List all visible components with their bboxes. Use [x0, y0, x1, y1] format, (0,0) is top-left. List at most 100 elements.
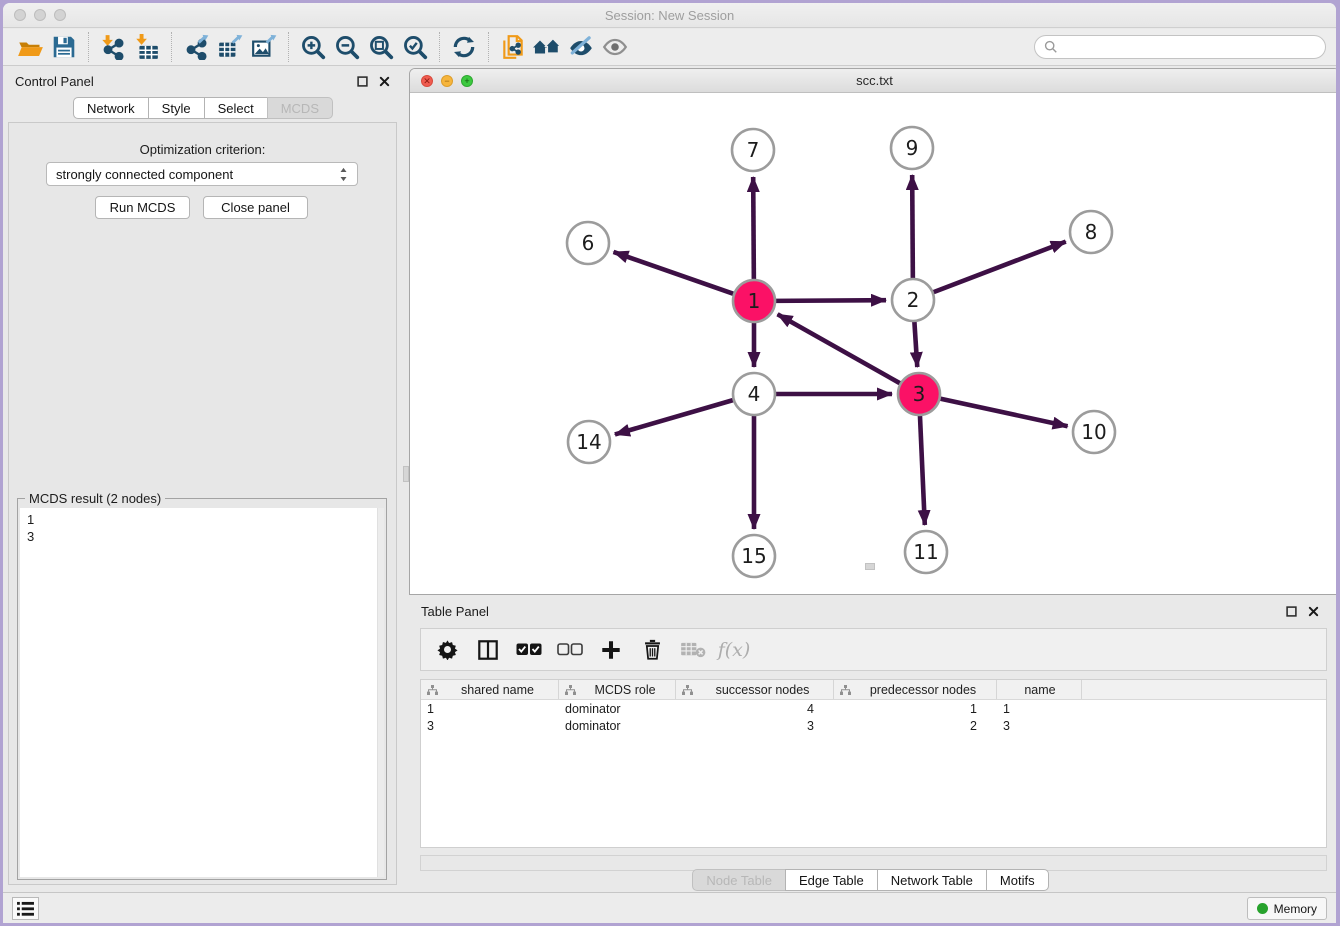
table-cell[interactable]: 3 [421, 719, 559, 733]
memory-label: Memory [1274, 902, 1317, 916]
node-label-1: 1 [748, 289, 761, 313]
export-table-icon[interactable] [213, 31, 247, 63]
edge-1-6[interactable] [613, 252, 734, 294]
table-cell[interactable]: 4 [676, 702, 834, 716]
node-label-7: 7 [747, 138, 760, 162]
toolbar-separator [439, 32, 440, 62]
tab-network[interactable]: Network [73, 97, 149, 119]
float-panel-icon[interactable] [356, 75, 369, 88]
run-mcds-button[interactable]: Run MCDS [95, 196, 190, 219]
close-panel-icon[interactable] [378, 75, 391, 88]
show-all-icon[interactable] [598, 31, 632, 63]
edge-3-10[interactable] [940, 398, 1068, 426]
zoom-fit-icon[interactable] [364, 31, 398, 63]
tab-edge-table[interactable]: Edge Table [785, 869, 878, 891]
import-table-icon[interactable] [130, 31, 164, 63]
open-session-icon[interactable] [13, 31, 47, 63]
tab-network-table[interactable]: Network Table [877, 869, 987, 891]
close-panel-icon[interactable] [1307, 605, 1320, 618]
edge-1-2[interactable] [775, 300, 886, 301]
edge-2-8[interactable] [933, 242, 1066, 293]
table-toolbar: f(x) [420, 628, 1327, 671]
column-header-mcds-role[interactable]: MCDS role [559, 680, 676, 699]
tab-mcds[interactable]: MCDS [267, 97, 333, 119]
export-image-icon[interactable] [247, 31, 281, 63]
select-stepper-icon [339, 167, 348, 182]
network-view-title: scc.txt [856, 73, 893, 88]
task-history-button[interactable] [12, 897, 39, 920]
mcds-result-title: MCDS result (2 nodes) [25, 491, 165, 506]
column-header-shared-name[interactable]: shared name [421, 680, 559, 699]
criterion-select[interactable]: strongly connected component [46, 162, 358, 186]
table-cell[interactable]: dominator [559, 719, 676, 733]
search-input[interactable] [1063, 39, 1316, 55]
maximize-view-button[interactable]: + [461, 75, 473, 87]
hide-selected-icon[interactable] [564, 31, 598, 63]
zoom-window-button[interactable] [54, 9, 66, 21]
horizontal-splitter-handle[interactable] [865, 563, 875, 570]
delete-table-icon [680, 637, 706, 663]
table-cell[interactable]: 1 [421, 702, 559, 716]
table-panel-title: Table Panel [421, 604, 489, 619]
tab-style[interactable]: Style [148, 97, 205, 119]
column-header-successor-nodes[interactable]: successor nodes [676, 680, 834, 699]
close-window-button[interactable] [14, 9, 26, 21]
save-session-icon[interactable] [47, 31, 81, 63]
table-cell[interactable]: 2 [834, 719, 997, 733]
delete-column-icon[interactable] [639, 637, 665, 663]
zoom-out-icon[interactable] [330, 31, 364, 63]
table-row[interactable]: 1dominator411 [421, 700, 1326, 717]
toolbar-separator [288, 32, 289, 62]
close-view-button[interactable]: ✕ [421, 75, 433, 87]
settings-icon[interactable] [434, 637, 460, 663]
column-header-predecessor-nodes[interactable]: predecessor nodes [834, 680, 997, 699]
import-network-icon[interactable] [96, 31, 130, 63]
add-column-icon[interactable] [598, 637, 624, 663]
network-from-selection-icon[interactable] [496, 31, 530, 63]
deselect-all-icon[interactable] [557, 637, 583, 663]
function-builder-icon: f(x) [721, 637, 747, 663]
network-canvas[interactable]: 1234678910111415 [410, 93, 1336, 594]
main-toolbar [3, 29, 1336, 66]
search-box[interactable] [1034, 35, 1326, 59]
node-label-15: 15 [741, 544, 766, 568]
table-cell[interactable]: 3 [676, 719, 834, 733]
column-header-name[interactable]: name [997, 680, 1082, 699]
network-window-titlebar: ✕ − + scc.txt [410, 69, 1336, 93]
table-cell[interactable]: 1 [997, 702, 1082, 716]
select-all-icon[interactable] [516, 637, 542, 663]
edge-3-1[interactable] [778, 314, 901, 383]
zoom-in-icon[interactable] [296, 31, 330, 63]
table-panel: Table Panel f(x) shared nameMCDS rolesuc… [409, 598, 1332, 889]
edge-1-7[interactable] [753, 177, 754, 280]
result-scrollbar[interactable] [377, 508, 384, 877]
minimize-view-button[interactable]: − [441, 75, 453, 87]
export-network-icon[interactable] [179, 31, 213, 63]
node-label-4: 4 [748, 382, 761, 406]
first-neighbors-icon[interactable] [530, 31, 564, 63]
control-panel-title: Control Panel [15, 74, 94, 89]
edge-4-14[interactable] [615, 400, 734, 435]
mcds-result-text[interactable]: 1 3 [20, 508, 384, 877]
close-panel-button[interactable]: Close panel [203, 196, 308, 219]
table-cell[interactable]: 3 [997, 719, 1082, 733]
minimize-window-button[interactable] [34, 9, 46, 21]
edge-2-9[interactable] [912, 175, 913, 279]
tab-select[interactable]: Select [204, 97, 268, 119]
table-cell[interactable]: 1 [834, 702, 997, 716]
float-panel-icon[interactable] [1285, 605, 1298, 618]
node-label-8: 8 [1085, 220, 1098, 244]
memory-button[interactable]: Memory [1247, 897, 1327, 920]
zoom-selected-icon[interactable] [398, 31, 432, 63]
tab-motifs[interactable]: Motifs [986, 869, 1049, 891]
node-label-2: 2 [907, 288, 920, 312]
table-row[interactable]: 3dominator323 [421, 717, 1326, 734]
edge-3-11[interactable] [920, 415, 925, 525]
tab-node-table[interactable]: Node Table [692, 869, 786, 891]
mcds-result-groupbox: MCDS result (2 nodes) 1 3 [17, 498, 387, 880]
edge-2-3[interactable] [914, 321, 917, 367]
split-view-icon[interactable] [475, 637, 501, 663]
apply-layout-icon[interactable] [447, 31, 481, 63]
node-label-10: 10 [1081, 420, 1106, 444]
table-cell[interactable]: dominator [559, 702, 676, 716]
